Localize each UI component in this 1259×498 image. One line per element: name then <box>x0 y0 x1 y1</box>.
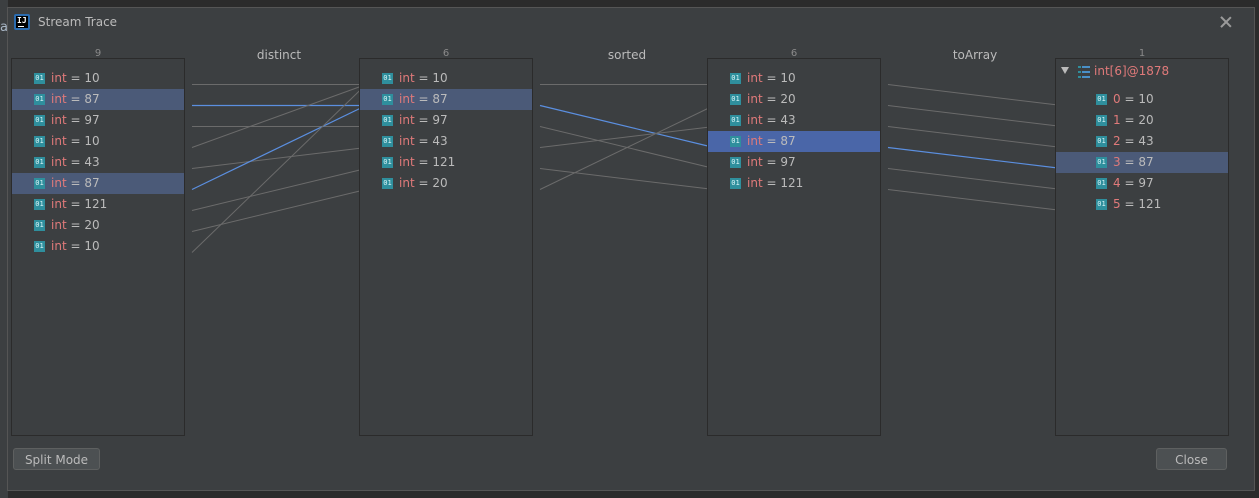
primitive-icon: 01 <box>382 115 393 126</box>
primitive-icon: 01 <box>34 115 45 126</box>
value-text: int = 87 <box>399 92 448 106</box>
value-text: int = 97 <box>399 113 448 127</box>
value-row[interactable]: 01 int = 121 <box>360 152 532 173</box>
value-row[interactable]: 01 int = 10 <box>12 236 184 257</box>
value-text: int = 43 <box>399 134 448 148</box>
operation-distinct: distinct <box>256 48 302 62</box>
values-panel-distinct[interactable]: 01 int = 10 01 int = 87 01 int = 97 01 int = 43… <box>359 58 533 436</box>
value-row[interactable]: 01 int = 97 <box>12 110 184 131</box>
value-text: int = 20 <box>747 92 796 106</box>
value-row[interactable]: 01 int = 87 <box>360 89 532 110</box>
result-array-node[interactable]: int[6]@1878 <box>1056 61 1228 82</box>
primitive-icon: 01 <box>34 94 45 105</box>
element-text: 2 = 43 <box>1113 134 1154 148</box>
value-text: int = 121 <box>747 176 804 190</box>
primitive-icon: 01 <box>34 73 45 84</box>
primitive-icon: 01 <box>34 157 45 168</box>
value-text: int = 87 <box>51 176 100 190</box>
primitive-icon: 01 <box>1096 136 1107 147</box>
value-text: int = 87 <box>747 134 796 148</box>
element-text: 1 = 20 <box>1113 113 1154 127</box>
array-icon <box>1078 66 1090 78</box>
operation-sorted: sorted <box>607 48 647 62</box>
primitive-icon: 01 <box>34 136 45 147</box>
primitive-icon: 01 <box>382 157 393 168</box>
primitive-icon: 01 <box>730 178 741 189</box>
value-text: int = 121 <box>51 197 108 211</box>
close-button[interactable]: Close <box>1156 448 1227 470</box>
intellij-app-icon: IJ <box>14 14 30 30</box>
value-row[interactable]: 01 int = 20 <box>708 89 880 110</box>
element-text: 5 = 121 <box>1113 197 1162 211</box>
expand-arrow-icon[interactable] <box>1061 67 1069 74</box>
element-text: 4 = 97 <box>1113 176 1154 190</box>
value-row[interactable]: 01 int = 121 <box>708 173 880 194</box>
value-row[interactable]: 01 int = 10 <box>360 68 532 89</box>
primitive-icon: 01 <box>730 157 741 168</box>
array-element-row[interactable]: 01 2 = 43 <box>1056 131 1228 152</box>
operation-toarray: toArray <box>952 48 998 62</box>
value-row[interactable]: 01 int = 87 <box>12 89 184 110</box>
value-row[interactable]: 01 int = 10 <box>708 68 880 89</box>
primitive-icon: 01 <box>34 220 45 231</box>
value-text: int = 10 <box>51 71 100 85</box>
array-element-row[interactable]: 01 5 = 121 <box>1056 194 1228 215</box>
primitive-icon: 01 <box>1096 157 1107 168</box>
value-row[interactable]: 01 int = 87 <box>708 131 880 152</box>
primitive-icon: 01 <box>34 178 45 189</box>
values-panel-result[interactable]: int[6]@1878 01 0 = 10 01 1 = 20 01 2 = 43 01 3 … <box>1055 58 1229 436</box>
value-row[interactable]: 01 int = 121 <box>12 194 184 215</box>
primitive-icon: 01 <box>1096 178 1107 189</box>
value-text: int = 121 <box>399 155 456 169</box>
array-element-row[interactable]: 01 4 = 97 <box>1056 173 1228 194</box>
value-text: int = 10 <box>747 71 796 85</box>
array-label: int[6]@1878 <box>1094 64 1170 78</box>
array-element-row[interactable]: 01 3 = 87 <box>1056 152 1228 173</box>
value-row[interactable]: 01 int = 97 <box>708 152 880 173</box>
value-text: int = 20 <box>399 176 448 190</box>
close-window-icon[interactable] <box>1216 12 1236 32</box>
value-text: int = 10 <box>51 239 100 253</box>
element-text: 0 = 10 <box>1113 92 1154 106</box>
value-row[interactable]: 01 int = 97 <box>360 110 532 131</box>
primitive-icon: 01 <box>730 136 741 147</box>
window-title: Stream Trace <box>38 15 118 29</box>
value-row[interactable]: 01 int = 10 <box>12 131 184 152</box>
value-text: int = 97 <box>51 113 100 127</box>
value-text: int = 10 <box>51 134 100 148</box>
array-element-row[interactable]: 01 1 = 20 <box>1056 110 1228 131</box>
value-text: int = 43 <box>51 155 100 169</box>
value-row[interactable]: 01 int = 43 <box>708 110 880 131</box>
values-panel-sorted[interactable]: 01 int = 10 01 int = 20 01 int = 43 01 int = 87… <box>707 58 881 436</box>
primitive-icon: 01 <box>730 73 741 84</box>
primitive-icon: 01 <box>34 241 45 252</box>
primitive-icon: 01 <box>382 94 393 105</box>
value-text: int = 10 <box>399 71 448 85</box>
primitive-icon: 01 <box>34 199 45 210</box>
value-text: int = 97 <box>747 155 796 169</box>
value-row[interactable]: 01 int = 20 <box>360 173 532 194</box>
value-text: int = 43 <box>747 113 796 127</box>
primitive-icon: 01 <box>382 178 393 189</box>
split-mode-button[interactable]: Split Mode <box>13 448 100 470</box>
value-row[interactable]: 01 int = 10 <box>12 68 184 89</box>
values-panel-source[interactable]: 01 int = 10 01 int = 87 01 int = 97 01 int = 10… <box>11 58 185 436</box>
primitive-icon: 01 <box>1096 94 1107 105</box>
primitive-icon: 01 <box>1096 199 1107 210</box>
primitive-icon: 01 <box>382 73 393 84</box>
primitive-icon: 01 <box>730 115 741 126</box>
value-row[interactable]: 01 int = 20 <box>12 215 184 236</box>
value-row[interactable]: 01 int = 43 <box>12 152 184 173</box>
element-text: 3 = 87 <box>1113 155 1154 169</box>
value-row[interactable]: 01 int = 43 <box>360 131 532 152</box>
array-element-row[interactable]: 01 0 = 10 <box>1056 89 1228 110</box>
value-row[interactable]: 01 int = 87 <box>12 173 184 194</box>
primitive-icon: 01 <box>1096 115 1107 126</box>
value-text: int = 20 <box>51 218 100 232</box>
primitive-icon: 01 <box>730 94 741 105</box>
title-bar[interactable]: IJ Stream Trace <box>8 8 1254 38</box>
primitive-icon: 01 <box>382 136 393 147</box>
value-text: int = 87 <box>51 92 100 106</box>
